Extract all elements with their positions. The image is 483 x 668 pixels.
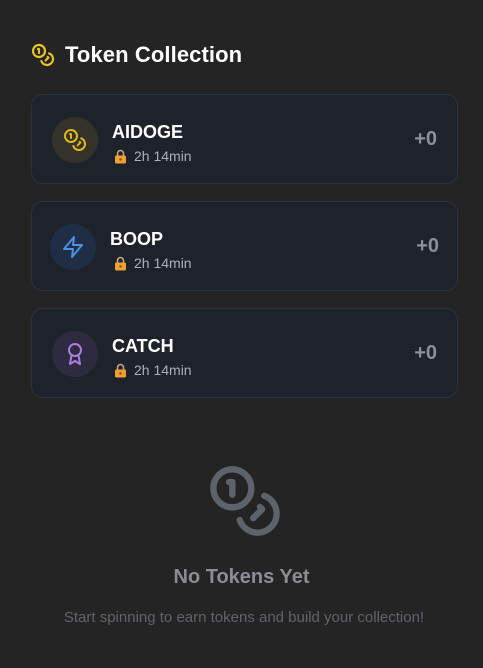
- token-card-catch[interactable]: CATCH 2h 14min +0: [31, 308, 458, 398]
- page-title: Token Collection: [65, 42, 243, 67]
- lock-timer: 2h 14min: [114, 148, 192, 164]
- empty-state-subtitle: Start spinning to earn tokens and build …: [63, 609, 425, 626]
- lock-icon: [115, 363, 126, 377]
- page-header: Token Collection: [31, 42, 242, 68]
- lock-timer: 2h 14min: [114, 255, 192, 271]
- token-value: +0: [414, 342, 437, 364]
- token-value: +0: [416, 235, 439, 257]
- lightning-icon: [63, 236, 83, 258]
- token-name: CATCH: [112, 336, 174, 356]
- token-icon-badge: [52, 117, 98, 163]
- lock-timer: 2h 14min: [114, 362, 192, 378]
- token-name: BOOP: [110, 229, 164, 249]
- token-card-boop[interactable]: BOOP 2h 14min +0: [31, 201, 458, 291]
- lock-time-text: 2h 14min: [134, 255, 192, 271]
- lock-time-text: 2h 14min: [134, 148, 192, 164]
- lock-time-text: 2h 14min: [134, 362, 192, 378]
- coins-icon: [64, 129, 86, 151]
- lock-icon: [115, 256, 126, 270]
- lock-icon: [115, 149, 126, 163]
- token-value: +0: [414, 128, 437, 150]
- award-icon: [68, 343, 82, 365]
- empty-state-title: No Tokens Yet: [173, 566, 310, 588]
- coins-icon: [210, 466, 280, 536]
- token-icon-badge: [52, 331, 98, 377]
- token-name: AIDOGE: [112, 122, 184, 142]
- token-icon-badge: [50, 224, 96, 270]
- token-card-aidoge[interactable]: AIDOGE 2h 14min +0: [31, 94, 458, 184]
- coins-icon: [31, 43, 55, 67]
